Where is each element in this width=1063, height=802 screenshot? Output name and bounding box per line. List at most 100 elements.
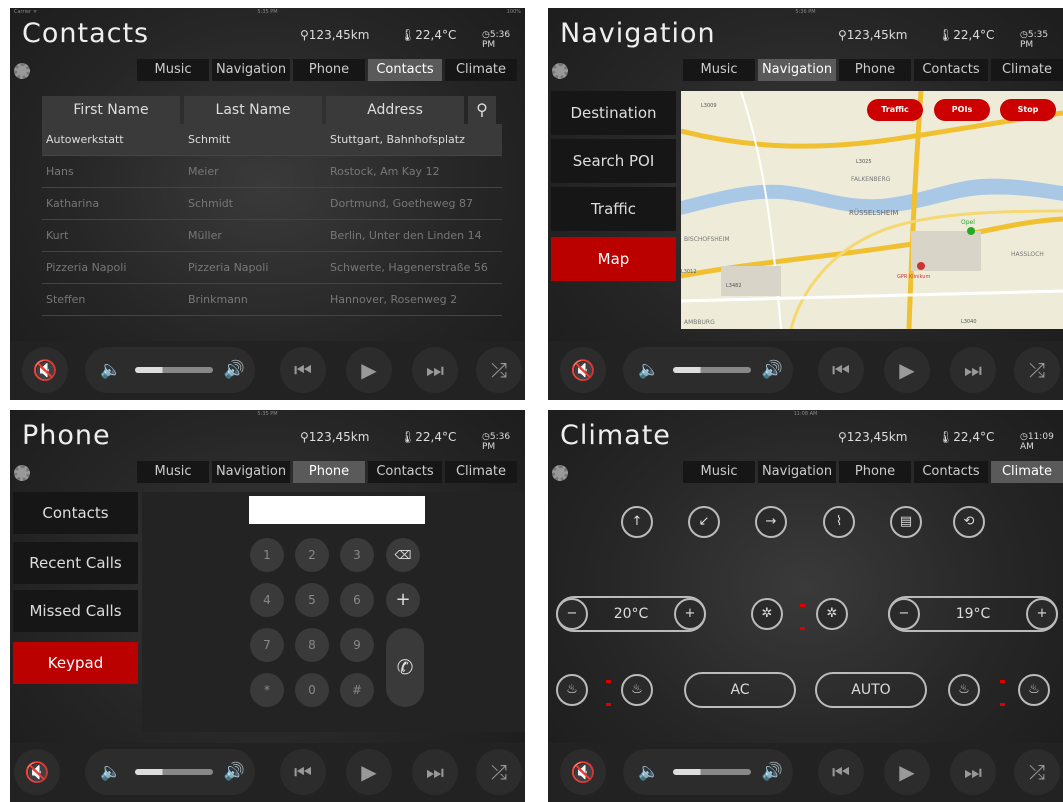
tab-phone[interactable]: Phone	[839, 461, 911, 483]
volume-slider[interactable]: 🔈 🔊	[623, 347, 793, 393]
mute-icon[interactable]: 🔇	[22, 347, 68, 393]
tab-climate[interactable]: Climate	[991, 59, 1063, 81]
nav-map-button[interactable]: Map	[551, 237, 676, 281]
tab-climate[interactable]: Climate	[991, 461, 1063, 483]
rear-defrost-icon[interactable]: ▤	[890, 506, 922, 538]
table-row[interactable]: Autowerkstatt Schmitt Stuttgart, Bahnhofsp…	[42, 124, 502, 156]
play-icon[interactable]: ▶	[346, 347, 392, 393]
airflow-up-icon[interactable]: ↑	[621, 506, 653, 538]
left-seat-heat-down-icon[interactable]: ♨	[556, 674, 588, 706]
tab-contacts[interactable]: Contacts	[368, 461, 442, 483]
tab-contacts[interactable]: Contacts	[914, 461, 988, 483]
fan-down-icon[interactable]: ✲	[751, 598, 783, 630]
tab-music[interactable]: Music	[683, 461, 755, 483]
dial-number-field[interactable]	[249, 496, 425, 524]
key-7[interactable]: 7	[250, 628, 284, 662]
tab-phone[interactable]: Phone	[293, 59, 365, 81]
tab-climate[interactable]: Climate	[445, 59, 517, 81]
volume-slider[interactable]: 🔈 🔊	[623, 749, 793, 795]
tab-navigation[interactable]: Navigation	[212, 461, 290, 483]
right-temp-up-icon[interactable]: +	[1026, 598, 1058, 630]
table-row[interactable]: Hans Meier Rostock, Am Kay 12	[42, 156, 502, 188]
previous-track-icon[interactable]: ⏮	[818, 347, 864, 393]
fan-up-icon[interactable]: ✲	[816, 598, 848, 630]
key-6[interactable]: 6	[340, 583, 374, 617]
key-plus[interactable]: +	[386, 583, 420, 617]
key-hash[interactable]: #	[340, 673, 374, 707]
nav-destination-button[interactable]: Destination	[551, 91, 676, 135]
airflow-feet-icon[interactable]: ↙	[688, 506, 720, 538]
next-track-icon[interactable]: ⏭	[950, 347, 996, 393]
previous-track-icon[interactable]: ⏮	[280, 749, 326, 795]
recirculation-icon[interactable]: ⟲	[953, 506, 985, 538]
airflow-face-icon[interactable]: →	[755, 506, 787, 538]
play-icon[interactable]: ▶	[346, 749, 392, 795]
mute-icon[interactable]: 🔇	[560, 749, 606, 795]
nav-traffic-button[interactable]: Traffic	[551, 187, 676, 231]
table-row[interactable]: Steffen Brinkmann Hannover, Rosenweg 2	[42, 284, 502, 316]
tab-navigation[interactable]: Navigation	[758, 59, 836, 81]
key-9[interactable]: 9	[340, 628, 374, 662]
phone-missed-calls-button[interactable]: Missed Calls	[13, 590, 138, 632]
next-track-icon[interactable]: ⏭	[950, 749, 996, 795]
mute-icon[interactable]: 🔇	[14, 749, 60, 795]
shuffle-icon[interactable]: ⤮	[476, 347, 522, 393]
phone-recent-calls-button[interactable]: Recent Calls	[13, 542, 138, 584]
table-row[interactable]: Pizzeria Napoli Pizzeria Napoli Schwerte, …	[42, 252, 502, 284]
volume-slider[interactable]: 🔈 🔊	[85, 347, 255, 393]
left-seat-heat-up-icon[interactable]: ♨	[621, 674, 653, 706]
tab-music[interactable]: Music	[137, 461, 209, 483]
header-address[interactable]: Address	[326, 96, 464, 124]
previous-track-icon[interactable]: ⏮	[818, 749, 864, 795]
key-0[interactable]: 0	[295, 673, 329, 707]
left-temp-down-icon[interactable]: −	[556, 598, 588, 630]
settings-gear-icon[interactable]	[552, 63, 568, 79]
tab-contacts[interactable]: Contacts	[368, 59, 442, 81]
header-first-name[interactable]: First Name	[42, 96, 180, 124]
tab-music[interactable]: Music	[137, 59, 209, 81]
mute-icon[interactable]: 🔇	[560, 347, 606, 393]
table-row[interactable]: Katharina Schmidt Dortmund, Goetheweg 87	[42, 188, 502, 220]
map-stop-button[interactable]: Stop	[1000, 99, 1056, 121]
settings-gear-icon[interactable]	[14, 63, 30, 79]
right-seat-heat-down-icon[interactable]: ♨	[948, 674, 980, 706]
phone-contacts-button[interactable]: Contacts	[13, 492, 138, 534]
previous-track-icon[interactable]: ⏮	[280, 347, 326, 393]
map-view[interactable]: Traffic POIs Stop FALKENBERG RÜSSELSHEIM…	[681, 91, 1063, 329]
next-track-icon[interactable]: ⏭	[412, 347, 458, 393]
key-2[interactable]: 2	[295, 538, 329, 572]
settings-gear-icon[interactable]	[552, 465, 568, 481]
key-1[interactable]: 1	[250, 538, 284, 572]
tab-phone[interactable]: Phone	[293, 461, 365, 483]
search-icon[interactable]: ⚲	[468, 96, 496, 124]
key-star[interactable]: *	[250, 673, 284, 707]
key-5[interactable]: 5	[295, 583, 329, 617]
key-4[interactable]: 4	[250, 583, 284, 617]
volume-slider[interactable]: 🔈 🔊	[85, 749, 255, 795]
nav-search-poi-button[interactable]: Search POI	[551, 139, 676, 183]
shuffle-icon[interactable]: ⤮	[476, 749, 522, 795]
shuffle-icon[interactable]: ⤮	[1014, 347, 1060, 393]
header-last-name[interactable]: Last Name	[184, 96, 322, 124]
call-icon[interactable]: ✆	[386, 628, 424, 707]
left-temp-up-icon[interactable]: +	[674, 598, 706, 630]
settings-gear-icon[interactable]	[14, 465, 30, 481]
key-3[interactable]: 3	[340, 538, 374, 572]
table-row[interactable]: Kurt Müller Berlin, Unter den Linden 14	[42, 220, 502, 252]
tab-climate[interactable]: Climate	[445, 461, 517, 483]
phone-keypad-button[interactable]: Keypad	[13, 642, 138, 684]
right-seat-heat-up-icon[interactable]: ♨	[1018, 674, 1050, 706]
tab-navigation[interactable]: Navigation	[212, 59, 290, 81]
tab-phone[interactable]: Phone	[839, 59, 911, 81]
tab-navigation[interactable]: Navigation	[758, 461, 836, 483]
shuffle-icon[interactable]: ⤮	[1014, 749, 1060, 795]
map-pois-button[interactable]: POIs	[934, 99, 990, 121]
tab-music[interactable]: Music	[683, 59, 755, 81]
front-defrost-icon[interactable]: ⌇	[823, 506, 855, 538]
play-icon[interactable]: ▶	[884, 347, 930, 393]
tab-contacts[interactable]: Contacts	[914, 59, 988, 81]
backspace-icon[interactable]: ⌫	[386, 538, 420, 572]
auto-button[interactable]: AUTO	[815, 672, 927, 708]
play-icon[interactable]: ▶	[884, 749, 930, 795]
map-traffic-button[interactable]: Traffic	[867, 99, 923, 121]
